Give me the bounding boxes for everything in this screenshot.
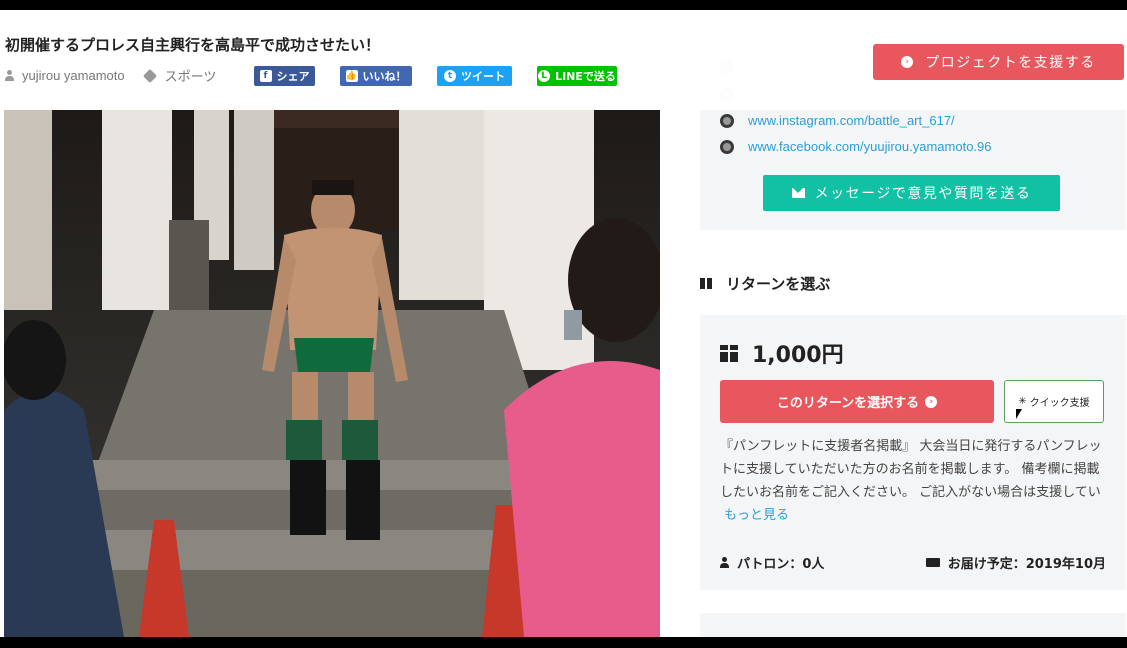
send-message-button[interactable]: メッセージで意見や質問を送る [763,175,1060,211]
facebook-like-label: いいね！ [362,70,407,83]
delivery-date-text: お届け予定：2019年10月 [947,557,1106,572]
person-icon [720,557,729,568]
project-hero-image [4,110,660,637]
tweet-button[interactable]: t ツイート [437,66,512,86]
page-frame: www.instagram.com/battle_art_617/ www.fa… [0,10,1127,637]
line-share-button[interactable]: L LINEで送る [537,66,617,86]
truck-icon [925,558,940,567]
category-link[interactable]: スポーツ [165,66,217,85]
select-reward-button[interactable]: このリターンを選択する › [720,380,994,423]
wrestler-photo [4,110,660,637]
sparkle-icon: ✳ [1018,396,1027,407]
read-more-link[interactable]: もっと見る [724,508,789,523]
select-reward-label: このリターンを選択する [776,396,920,411]
person-icon [5,70,14,81]
reward-meta: パトロン：0人 お届け予定：2019年10月 [720,553,1106,572]
instagram-link-text[interactable]: www.instagram.com/battle_art_617/ [748,113,955,128]
reward-description-text: 『パンフレットに支援者名掲載』 大会当日に発行するパンフレットに支援していただい… [720,439,1102,500]
reward-price: 1,000円 [720,337,844,369]
returns-heading-text: リターンを選ぶ [726,275,831,293]
project-byline: yujirou yamamoto スポーツ [5,66,216,85]
thumbs-up-icon: 👍 [345,70,358,82]
chevron-right-icon: › [925,395,938,408]
send-message-label: メッセージで意見や質問を送る [814,186,1032,202]
support-project-button[interactable]: › プロジェクトを支援する [873,44,1124,80]
chevron-right-icon: › [901,56,914,68]
reward-description: 『パンフレットに支援者名掲載』 大会当日に発行するパンフレットに支援していただい… [720,435,1106,527]
facebook-share-label: シェア [276,70,310,83]
facebook-share-button[interactable]: f シェア [254,66,315,86]
line-share-label: LINEで送る [555,70,616,83]
sticky-project-header: 初開催するプロレス自主興行を高島平で成功させたい！ yujirou yamamo… [0,10,1127,110]
delivery-date: お届け予定：2019年10月 [925,553,1106,572]
envelope-icon [791,188,805,198]
reward-price-text: 1,000円 [752,343,844,368]
patron-count: パトロン：0人 [720,553,824,572]
facebook-link-text[interactable]: www.facebook.com/yuujirou.yamamoto.96 [748,139,992,154]
tweet-label: ツイート [461,70,505,83]
mouse-cursor-icon [1016,409,1022,419]
quick-support-label: クイック支援 [1029,398,1090,409]
gift-icon [700,278,712,289]
line-icon: L [538,70,551,82]
facebook-icon: f [259,70,272,82]
reward-card: 1,000円 このリターンを選択する › ✳ クイック支援 『パンフレットに支援… [700,315,1126,590]
gift-icon [720,344,738,362]
instagram-link[interactable]: www.instagram.com/battle_art_617/ [720,113,955,128]
author-name[interactable]: yujirou yamamoto [22,68,125,83]
next-reward-card [700,613,1126,637]
patron-count-text: パトロン：0人 [737,557,825,572]
globe-icon [720,113,734,128]
globe-icon [720,139,734,154]
facebook-link[interactable]: www.facebook.com/yuujirou.yamamoto.96 [720,139,992,154]
returns-heading: リターンを選ぶ [700,273,830,294]
tag-icon [142,68,157,83]
twitter-icon: t [444,70,456,82]
project-title: 初開催するプロレス自主興行を高島平で成功させたい！ [5,36,381,54]
facebook-like-button[interactable]: 👍 いいね！ [340,66,412,86]
support-project-label: プロジェクトを支援する [925,55,1096,71]
